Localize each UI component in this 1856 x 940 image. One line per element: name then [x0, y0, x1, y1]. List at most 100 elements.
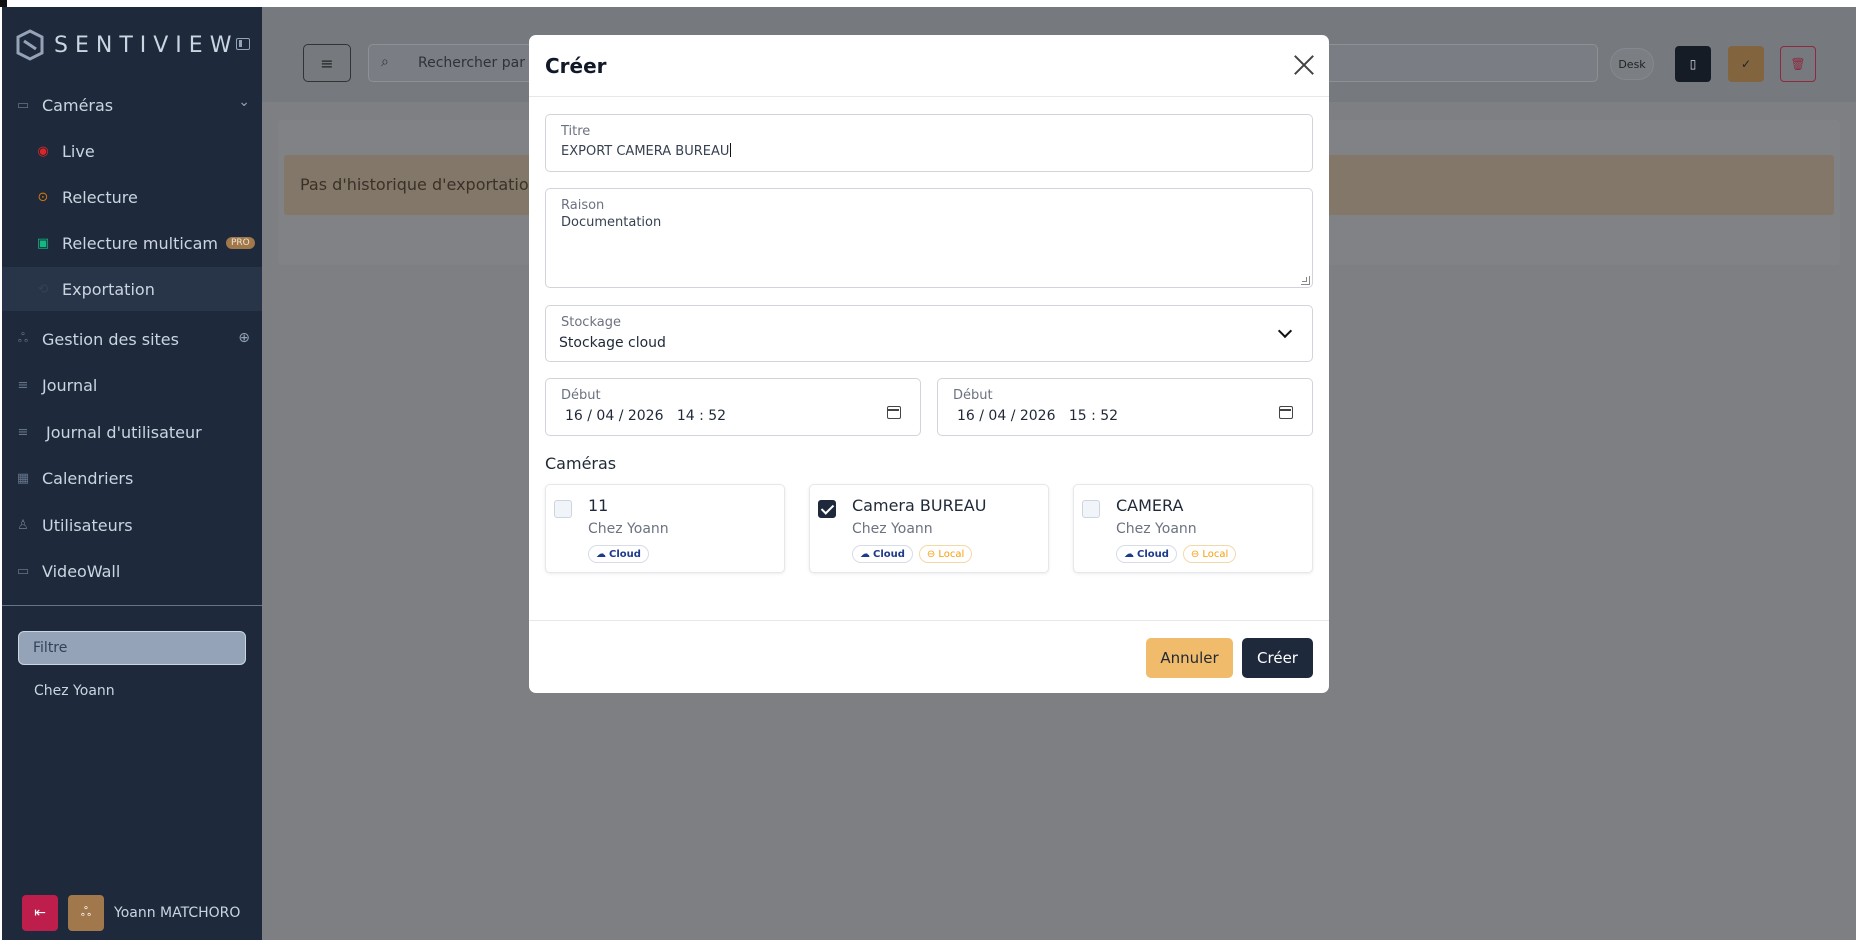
sidebar-item-label: Utilisateurs [42, 515, 133, 535]
multicam-icon: ▣ [36, 235, 50, 251]
sidebar-item-label: VideoWall [42, 561, 121, 581]
camera-name: CAMERA [1116, 496, 1184, 515]
sidebar-item-label: Gestion des sites [42, 329, 179, 349]
sidebar-item-videowall[interactable]: ▭ VideoWall [2, 549, 262, 593]
camera-card[interactable]: CAMERA Chez Yoann ☁ Cloud ⊖ Local [1073, 484, 1313, 573]
resize-handle[interactable] [1301, 276, 1310, 285]
cloud-tag-label: Cloud [873, 548, 905, 560]
cloud-tag: ☁ Cloud [852, 545, 913, 563]
title-field[interactable]: Titre EXPORT CAMERA BUREAU [545, 114, 1313, 172]
camera-site: Chez Yoann [852, 521, 933, 537]
text-caret [730, 143, 732, 157]
storage-select[interactable]: Stockage Stockage cloud [545, 305, 1313, 362]
sidebar: SENTIVIEW ▭ Caméras ⌄ ◉ Live ⊙ Relecture… [2, 7, 262, 940]
storage-tags: ☁ Cloud ⊖ Local [1116, 545, 1237, 563]
list-icon: ≡ [17, 424, 29, 440]
add-site-icon[interactable]: ⊕ [238, 330, 250, 346]
sidebar-item-replay[interactable]: ⊙ Relecture [2, 175, 262, 219]
sidebar-item-sites[interactable]: ஃ Gestion des sites ⊕ [2, 317, 262, 361]
sidebar-item-label: Relecture multicam [62, 233, 218, 253]
logo-icon [16, 29, 44, 61]
sidebar-divider [2, 605, 262, 606]
chevron-down-icon [1277, 323, 1293, 339]
sidebar-item-label: Caméras [42, 95, 114, 115]
create-export-modal: Créer Titre EXPORT CAMERA BUREAU Raison … [529, 35, 1329, 693]
sites-icon: ஃ [17, 331, 29, 346]
brand-name: SENTIVIEW [54, 32, 239, 58]
cameras-section-title: Caméras [545, 454, 617, 473]
calendar-icon[interactable] [887, 406, 901, 419]
sidebar-item-multicam[interactable]: ▣ Relecture multicam PRO [2, 221, 262, 265]
calendar-icon: ▦ [16, 470, 30, 486]
check-icon: ✓ [1740, 57, 1752, 71]
camera-card[interactable]: Camera BUREAU Chez Yoann ☁ Cloud ⊖ Local [809, 484, 1049, 573]
cloud-tag: ☁ Cloud [1116, 545, 1177, 563]
sidebar-item-user-journal[interactable]: ≡ Journal d'utilisateur [2, 410, 262, 454]
camera-icon: ▭ [16, 97, 30, 113]
logout-icon: ⇤ [34, 905, 46, 921]
local-tag-label: Local [938, 548, 965, 560]
title-value: EXPORT CAMERA BUREAU [561, 144, 730, 159]
cloud-icon: ☁ [596, 548, 606, 560]
hamburger-icon: ≡ [320, 53, 334, 73]
brand-logo: SENTIVIEW [16, 29, 238, 61]
calendar-icon[interactable] [1279, 406, 1293, 419]
user-profile-button[interactable]: ஃ [68, 895, 104, 931]
user-footer: ⇤ ஃ Yoann MATCHORO [22, 895, 240, 931]
start-datetime-field[interactable]: Début 16 / 04 / 2026 14 : 52 [545, 378, 921, 436]
corner-mark [0, 0, 7, 7]
storage-tags: ☁ Cloud ⊖ Local [852, 545, 973, 563]
camera-name: Camera BUREAU [852, 496, 987, 515]
sidebar-collapse-icon[interactable] [236, 38, 250, 50]
close-icon[interactable] [1293, 54, 1315, 76]
camera-checkbox[interactable] [554, 500, 572, 518]
modal-title: Créer [545, 54, 607, 78]
sidebar-item-users[interactable]: ♙ Utilisateurs [2, 503, 262, 547]
trash-icon: 🗑 [1790, 57, 1806, 71]
cloud-icon: ☁ [860, 548, 870, 560]
cloud-tag-label: Cloud [609, 548, 641, 560]
camera-checkbox[interactable] [1082, 500, 1100, 518]
delete-button[interactable]: 🗑 [1780, 46, 1816, 82]
camera-card[interactable]: 11 Chez Yoann ☁ Cloud [545, 484, 785, 573]
search-placeholder: Rechercher par c [418, 55, 538, 71]
sidebar-item-label: Live [62, 141, 95, 161]
sidebar-item-label: Journal d'utilisateur [46, 422, 202, 442]
export-file-button[interactable]: ▯ [1675, 46, 1711, 82]
logout-button[interactable]: ⇤ [22, 895, 58, 931]
cancel-button[interactable]: Annuler [1146, 638, 1233, 678]
storage-label: Stockage [561, 315, 621, 330]
top-strip [0, 0, 1856, 7]
reason-label: Raison [561, 198, 605, 213]
site-tree-item[interactable]: Chez Yoann [34, 683, 115, 699]
validate-button[interactable]: ✓ [1728, 46, 1764, 82]
end-datetime-field[interactable]: Début 16 / 04 / 2026 15 : 52 [937, 378, 1313, 436]
menu-button[interactable]: ≡ [303, 44, 351, 82]
sidebar-item-cameras[interactable]: ▭ Caméras ⌄ [2, 83, 262, 127]
chevron-down-icon[interactable]: ⌄ [238, 94, 250, 110]
local-tag-label: Local [1202, 548, 1229, 560]
reason-field[interactable]: Raison Documentation [545, 188, 1313, 288]
drive-icon: ⊖ [1190, 548, 1200, 560]
sidebar-item-calendars[interactable]: ▦ Calendriers [2, 456, 262, 500]
create-button[interactable]: Créer [1242, 638, 1313, 678]
end-label: Début [953, 388, 993, 403]
sidebar-item-journal[interactable]: ≡ Journal [2, 363, 262, 407]
sidebar-item-label: Calendriers [42, 468, 134, 488]
storage-value: Stockage cloud [559, 335, 666, 351]
list-icon: ≡ [17, 377, 29, 393]
user-name: Yoann MATCHORO [114, 905, 241, 921]
user-icon: ♙ [17, 517, 29, 533]
sidebar-item-label: Relecture [62, 187, 138, 207]
filter-input[interactable] [18, 631, 246, 665]
user-icon: ஃ [80, 905, 92, 920]
desk-chip[interactable]: Desk [1610, 48, 1654, 80]
reason-value: Documentation [561, 215, 662, 230]
live-icon: ◉ [37, 143, 49, 159]
modal-header: Créer [529, 35, 1329, 97]
local-tag: ⊖ Local [1182, 545, 1237, 563]
camera-checkbox[interactable] [818, 500, 836, 518]
sidebar-item-export[interactable]: ⟲ Exportation [2, 267, 262, 311]
cloud-tag: ☁ Cloud [588, 545, 649, 563]
sidebar-item-live[interactable]: ◉ Live [2, 129, 262, 173]
